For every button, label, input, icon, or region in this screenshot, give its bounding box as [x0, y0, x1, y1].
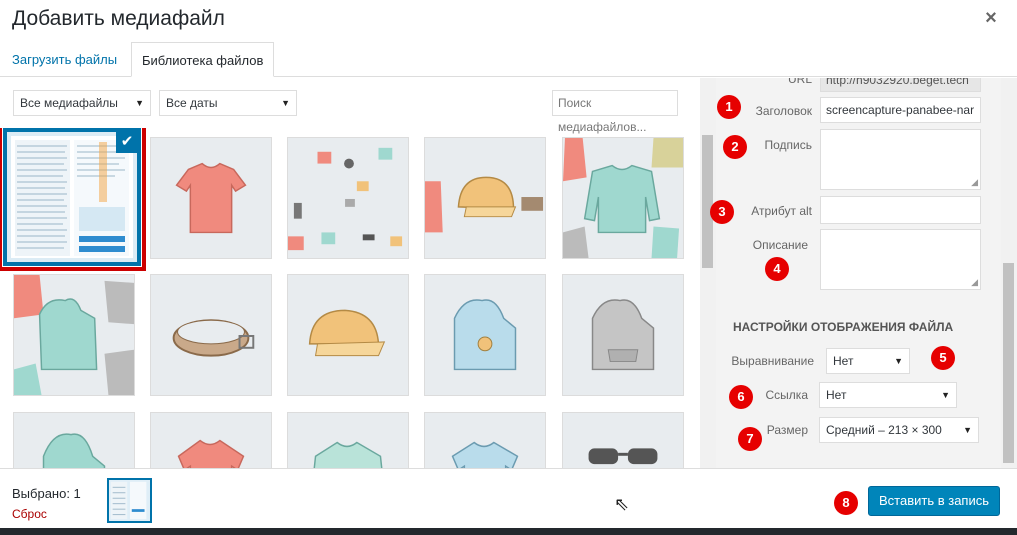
- media-item-cap-beanie[interactable]: [424, 137, 546, 259]
- chevron-down-icon: ▼: [281, 98, 290, 108]
- hoodie-pattern-image: [14, 275, 134, 395]
- selection-count: Выбрано: 1: [12, 486, 81, 501]
- link-select[interactable]: Нет ▼: [819, 382, 957, 408]
- description-label: Описание: [752, 238, 808, 252]
- reset-link[interactable]: Сброс: [12, 507, 47, 521]
- size-select[interactable]: Средний – 213 × 300 ▼: [819, 417, 979, 443]
- sunglasses-image: [588, 448, 658, 465]
- media-item-longsleeve[interactable]: [562, 137, 684, 259]
- selected-thumbnail-image: [110, 481, 147, 520]
- date-filter[interactable]: Все даты ▼: [159, 90, 297, 116]
- resize-handle-icon[interactable]: ◢: [971, 277, 978, 288]
- caption-field[interactable]: ◢: [820, 129, 981, 190]
- annotation-badge: 6: [729, 385, 753, 409]
- tshirt-image: [175, 162, 247, 234]
- close-icon[interactable]: ×: [980, 6, 1002, 30]
- media-type-filter[interactable]: Все медиафайлы ▼: [13, 90, 151, 116]
- yellow-cap-image: [308, 309, 386, 357]
- date-filter-value: Все даты: [166, 96, 218, 110]
- blue-polo-image: [451, 441, 519, 468]
- tab-upload-files[interactable]: Загрузить файлы: [2, 42, 127, 77]
- size-select-value: Средний – 213 × 300: [826, 423, 942, 437]
- longsleeve-image: [563, 138, 683, 258]
- mouse-cursor-icon: ⇖: [614, 494, 630, 514]
- media-item-polo-blue[interactable]: [424, 412, 546, 468]
- media-item-longsleeve-green[interactable]: [287, 412, 409, 468]
- attachment-details: URL http://h9032920.beget.tech Заголовок…: [716, 78, 1001, 468]
- green-hoodie-image: [42, 433, 106, 468]
- alt-field[interactable]: [820, 196, 981, 224]
- media-item-pattern[interactable]: [287, 137, 409, 259]
- search-input[interactable]: Поиск медиафайлов...: [552, 90, 678, 134]
- modal-footer: Выбрано: 1 Сброс ⇖ 8 Вставить в запись: [0, 468, 1017, 528]
- grid-scrollbar-thumb[interactable]: [702, 135, 713, 268]
- url-label: URL: [787, 78, 812, 86]
- green-longsleeve-image: [313, 441, 383, 468]
- annotation-badge: 7: [738, 427, 762, 451]
- media-toolbar: Все медиафайлы ▼ Все даты ▼ Поиск медиаф…: [0, 78, 700, 134]
- caption-label: Подпись: [764, 138, 813, 152]
- media-item-hoodie-gray[interactable]: [562, 274, 684, 396]
- title-label: Заголовок: [755, 104, 812, 118]
- media-grid: ✔: [0, 128, 700, 468]
- title-field[interactable]: screencapture-panabee-nar: [820, 97, 981, 123]
- pattern-image: [288, 147, 403, 251]
- link-select-value: Нет: [826, 388, 847, 402]
- chevron-down-icon: ▼: [963, 425, 972, 435]
- display-settings-heading: Настройки отображения файла: [733, 320, 954, 334]
- resize-handle-icon[interactable]: ◢: [971, 177, 978, 188]
- link-label: Ссылка: [765, 388, 808, 402]
- details-scrollbar-thumb[interactable]: [1003, 263, 1014, 463]
- media-item-belt[interactable]: [150, 274, 272, 396]
- media-item-sunglasses[interactable]: [562, 412, 684, 468]
- annotation-badge: 3: [710, 200, 734, 224]
- modal-title: Добавить медиафайл: [12, 7, 225, 30]
- annotation-badge: 8: [834, 491, 858, 515]
- media-item-cap-yellow[interactable]: [287, 274, 409, 396]
- annotation-badge: 5: [931, 346, 955, 370]
- belt-image: [172, 319, 255, 357]
- media-modal: Добавить медиафайл × Загрузить файлы Биб…: [0, 0, 1017, 535]
- chevron-down-icon: ▼: [894, 356, 903, 366]
- modal-tabs: Загрузить файлы Библиотека файлов: [0, 42, 1017, 77]
- description-field[interactable]: ◢: [820, 229, 981, 290]
- annotation-badge: 2: [723, 135, 747, 159]
- media-item-hoodie-green[interactable]: [13, 412, 135, 468]
- chevron-down-icon: ▼: [135, 98, 144, 108]
- blue-hoodie-image: [453, 299, 517, 371]
- align-select[interactable]: Нет ▼: [826, 348, 910, 374]
- media-type-filter-value: Все медиафайлы: [20, 96, 118, 110]
- align-select-value: Нет: [833, 354, 854, 368]
- chevron-down-icon: ▼: [941, 390, 950, 400]
- modal-header: Добавить медиафайл ×: [0, 0, 1017, 40]
- cap-image: [425, 176, 544, 233]
- annotation-badge: 4: [765, 257, 789, 281]
- checkmark-icon[interactable]: ✔: [116, 132, 137, 153]
- media-item-hoodie-blue[interactable]: [424, 274, 546, 396]
- align-label: Выравнивание: [731, 354, 814, 368]
- annotation-badge: 1: [717, 95, 741, 119]
- url-field[interactable]: http://h9032920.beget.tech: [820, 78, 981, 92]
- selected-thumbnail[interactable]: [107, 478, 152, 523]
- media-item-polo-red[interactable]: [150, 412, 272, 468]
- window-bottom-bar: [0, 528, 1017, 535]
- red-polo-image: [177, 439, 245, 468]
- insert-into-post-button[interactable]: Вставить в запись: [868, 486, 1000, 516]
- media-item-screenshot[interactable]: ✔: [3, 128, 141, 266]
- media-item-tshirt[interactable]: [150, 137, 272, 259]
- alt-label: Атрибут alt: [751, 204, 812, 218]
- tab-media-library[interactable]: Библиотека файлов: [131, 42, 275, 77]
- gray-hoodie-image: [591, 299, 655, 371]
- media-item-hoodie-pattern[interactable]: [13, 274, 135, 396]
